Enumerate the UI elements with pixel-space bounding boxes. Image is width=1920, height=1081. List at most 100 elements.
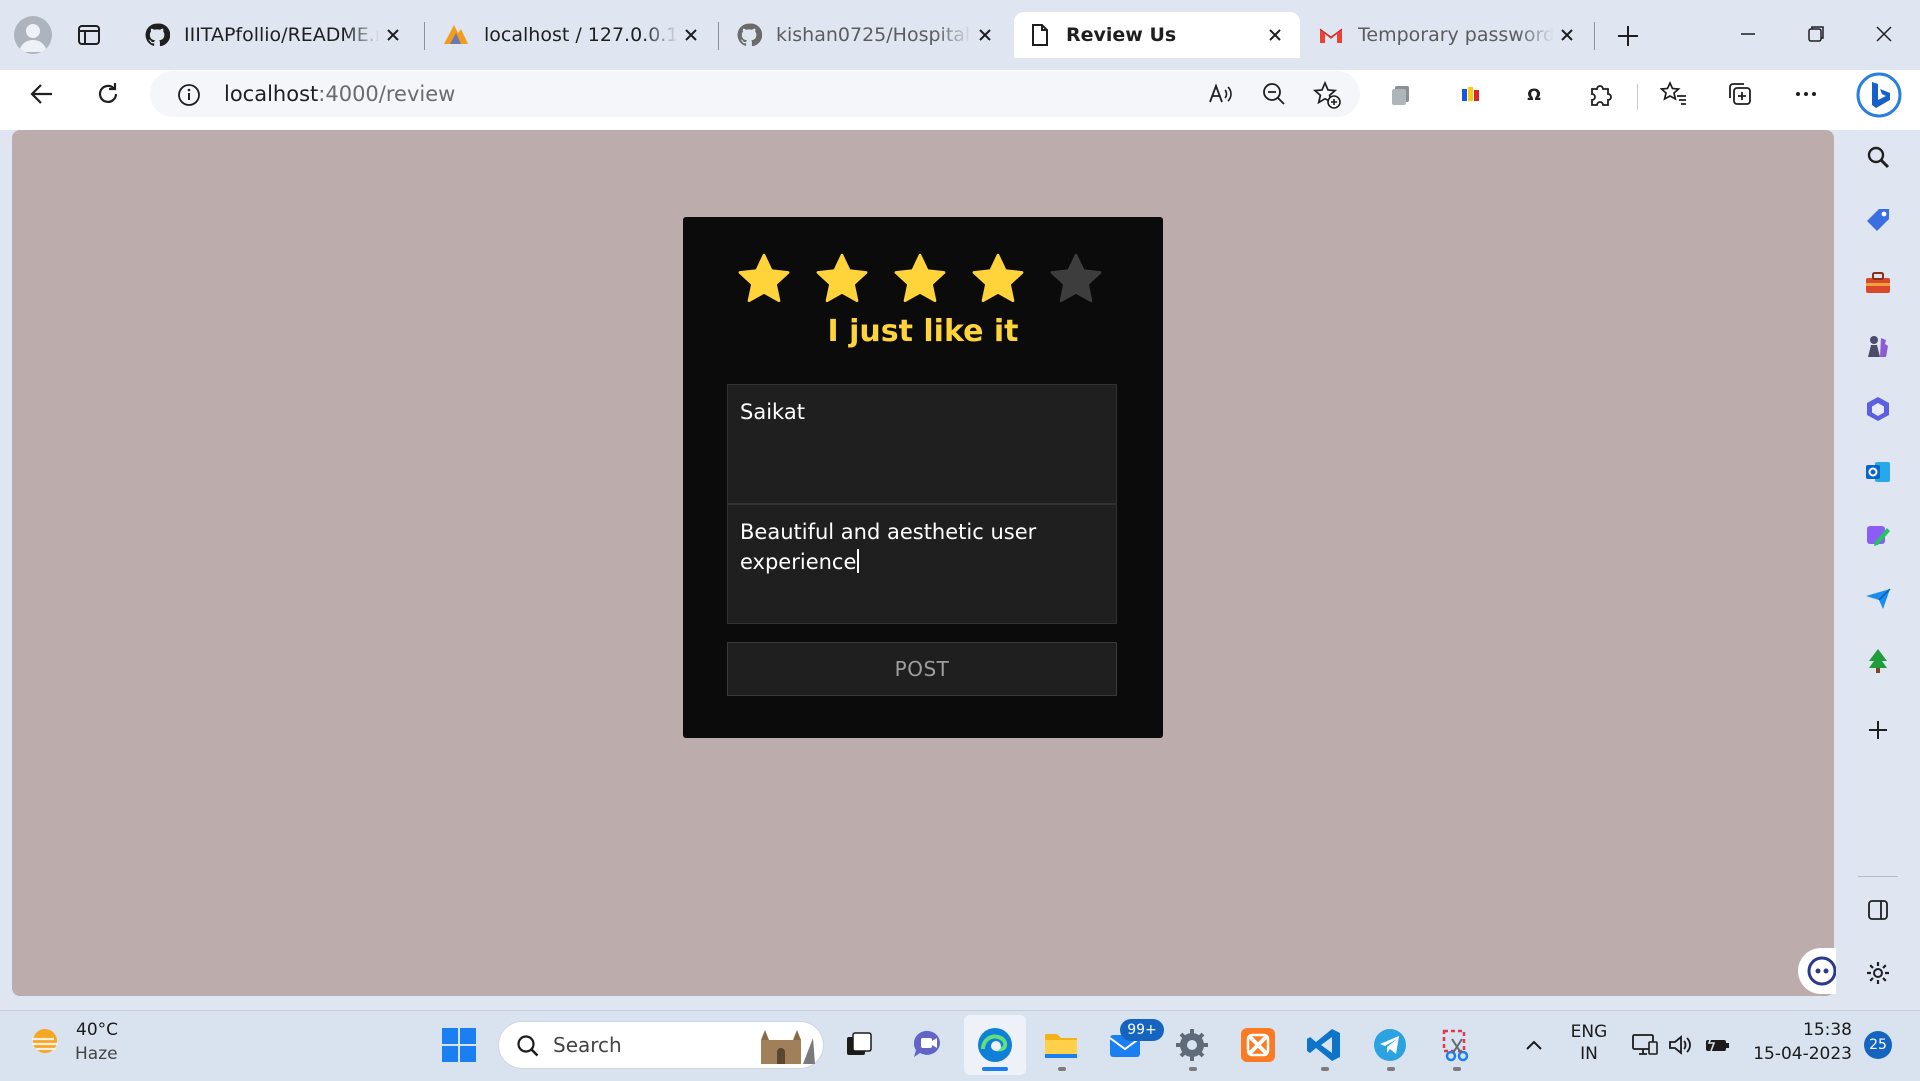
new-tab-button[interactable] [1614, 22, 1642, 50]
office-icon [1867, 397, 1889, 421]
close-tab-icon[interactable] [1262, 22, 1288, 48]
name-input[interactable]: Saikat [727, 384, 1117, 504]
taskbar-file-explorer[interactable] [1037, 1021, 1085, 1069]
notification-count-badge[interactable]: 25 [1864, 1031, 1892, 1059]
close-window-button[interactable] [1870, 20, 1898, 48]
collections-button[interactable] [1720, 74, 1760, 114]
running-indicator [1321, 1067, 1329, 1071]
profile-icon [19, 24, 47, 52]
network-icon[interactable] [1631, 1032, 1659, 1058]
tab-github-hospital[interactable]: kishan0725/Hospital-Management-System [722, 12, 1010, 58]
weather-icon[interactable] [28, 1022, 66, 1060]
clock-time[interactable]: 15:38 [1752, 1020, 1852, 1040]
sidebar-designer-button[interactable] [1858, 515, 1898, 555]
tab-title: Temporary password - sh [1358, 24, 1554, 46]
taskbar-search[interactable]: Search [498, 1021, 824, 1069]
tab-github-readme[interactable]: IIITAPfollio/README.md [130, 12, 418, 58]
tab-phpmyadmin[interactable]: localhost / 127.0.0.1 / phpMyAdmin [428, 12, 716, 58]
tab-review-us[interactable]: Review Us [1014, 12, 1300, 58]
zoom-out-icon[interactable] [1260, 80, 1288, 108]
more-menu-button[interactable] [1786, 74, 1826, 114]
sidebar-panel-icon [1868, 900, 1888, 920]
tab-actions-button[interactable] [76, 22, 102, 48]
bing-copilot-button[interactable] [1854, 70, 1904, 120]
star-filled-icon[interactable] [814, 251, 870, 307]
vscode-icon [1307, 1029, 1340, 1061]
taskbar-settings[interactable] [1168, 1021, 1216, 1069]
sidebar-toggle-button[interactable] [1858, 890, 1898, 930]
running-indicator [1387, 1067, 1395, 1071]
folder-icon [1045, 1034, 1077, 1058]
outlook-icon [1866, 462, 1890, 482]
phpmyadmin-icon [444, 25, 468, 44]
sidebar-send-button[interactable] [1858, 578, 1898, 618]
restore-button[interactable] [1802, 20, 1830, 48]
close-tab-icon[interactable] [1554, 22, 1580, 48]
tab-gmail[interactable]: Temporary password - sh [1304, 12, 1592, 58]
edge-sidebar [1836, 130, 1920, 1010]
close-tab-icon[interactable] [972, 22, 998, 48]
review-textarea[interactable]: Beautiful and aesthetic user experience [727, 504, 1117, 624]
sidebar-add-button[interactable] [1858, 710, 1898, 750]
sidebar-tree-button[interactable] [1858, 641, 1898, 681]
github-icon [145, 23, 170, 47]
star-filled-icon[interactable] [970, 251, 1026, 307]
gear-icon [1867, 962, 1889, 984]
back-button[interactable] [22, 74, 62, 114]
chess-icon [1868, 336, 1888, 357]
taskbar-snipping-tool[interactable] [1432, 1021, 1480, 1069]
running-indicator [1189, 1067, 1197, 1071]
extension-gray-icon[interactable] [1382, 74, 1422, 114]
weather-temp: 40°C [76, 1020, 119, 1040]
extension-omega-icon[interactable]: Ω [1514, 74, 1554, 114]
name-value: Saikat [740, 400, 805, 424]
taskbar-vscode[interactable] [1300, 1021, 1348, 1069]
extension-colors-icon[interactable] [1450, 74, 1490, 114]
post-button[interactable]: POST [727, 642, 1117, 696]
tab-separator [424, 22, 425, 50]
volume-icon[interactable] [1667, 1032, 1695, 1058]
start-button[interactable] [435, 1021, 483, 1069]
reload-button[interactable] [88, 74, 128, 114]
tab-title: IIITAPfollio/README.md [184, 24, 380, 46]
star-filled-icon[interactable] [892, 251, 948, 307]
star-empty-icon[interactable] [1048, 251, 1104, 307]
running-indicator [1453, 1067, 1461, 1071]
chat-icon [913, 1030, 940, 1057]
sidebar-settings-button[interactable] [1858, 953, 1898, 993]
profile-avatar[interactable] [14, 16, 52, 54]
sidebar-games-button[interactable] [1858, 326, 1898, 366]
battery-icon[interactable] [1703, 1032, 1733, 1058]
star-filled-icon[interactable] [736, 251, 792, 307]
sidebar-shopping-button[interactable] [1858, 200, 1898, 240]
sidebar-tools-button[interactable] [1858, 263, 1898, 303]
url-host: localhost [224, 82, 319, 106]
weather-desc: Haze [75, 1044, 118, 1064]
taskbar-teams-chat[interactable] [904, 1021, 952, 1069]
sidebar-outlook-button[interactable] [1858, 452, 1898, 492]
language-code[interactable]: ENG [1569, 1022, 1609, 1042]
favorites-button[interactable] [1654, 74, 1694, 114]
task-view-icon [847, 1032, 872, 1055]
address-bar[interactable]: localhost:4000/review [150, 71, 1360, 117]
url-path: :4000/review [318, 82, 456, 106]
taskbar-telegram[interactable] [1366, 1021, 1414, 1069]
site-info-icon[interactable] [176, 82, 202, 108]
add-favorite-icon[interactable] [1312, 80, 1342, 110]
taskbar-task-view[interactable] [835, 1021, 883, 1069]
sidebar-divider [1858, 876, 1898, 877]
page-icon [1032, 24, 1048, 46]
extensions-button[interactable] [1580, 74, 1620, 114]
minimize-button[interactable] [1734, 20, 1762, 48]
toolbox-icon [1866, 272, 1890, 293]
text-caret [857, 549, 860, 573]
taskbar-xampp[interactable] [1234, 1021, 1282, 1069]
read-aloud-icon[interactable] [1206, 80, 1234, 108]
close-tab-icon[interactable] [380, 22, 406, 48]
close-tab-icon[interactable] [678, 22, 704, 48]
taskbar-edge[interactable] [971, 1021, 1019, 1069]
mail-unread-badge: 99+ [1120, 1019, 1164, 1041]
sidebar-search-button[interactable] [1858, 137, 1898, 177]
sidebar-office-button[interactable] [1858, 389, 1898, 429]
show-hidden-icons-button[interactable] [1521, 1032, 1547, 1058]
